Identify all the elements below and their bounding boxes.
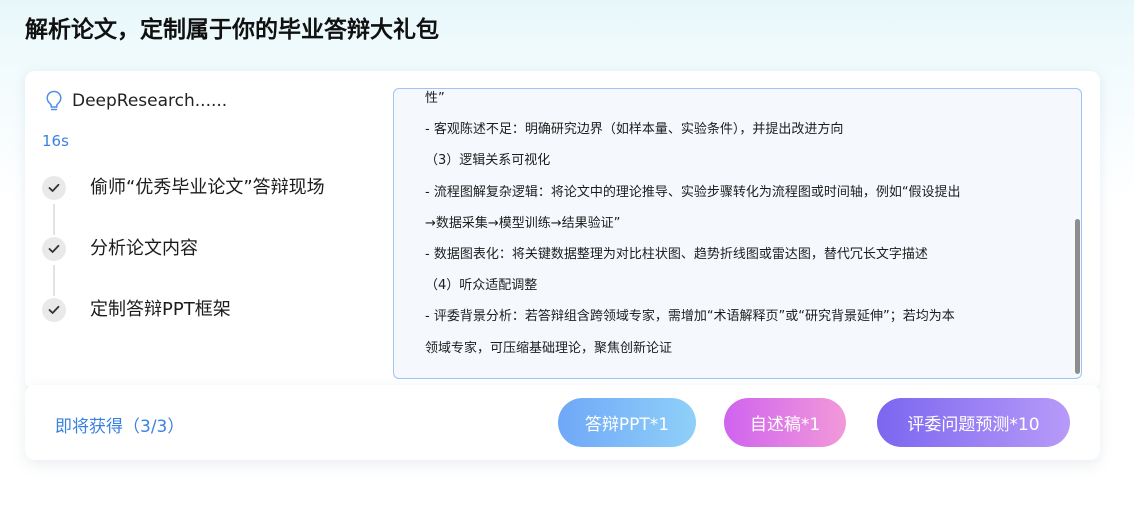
check-icon [42,298,66,322]
content-line: - 客观陈述不足：明确研究边界（如样本量、实验条件），并提出改进方向 [425,122,844,138]
step-item: 定制答辩PPT框架 [42,298,382,359]
content-line: - 数据图表化：将关键数据整理为对比柱状图、趋势折线图或雷达图，替代冗长文字描述 [425,246,928,262]
step-connector [53,265,55,296]
status-row: DeepResearch...... [45,90,227,112]
content-line: - 流程图解复杂逻辑：将论文中的理论推导、实验步骤转化为流程图或时间轴，例如“假… [425,184,961,200]
step-item: 分析论文内容 [42,237,382,298]
check-icon [42,237,66,261]
content-line: 性” [425,91,445,106]
deliverables-bar: 即将获得（3/3） 答辩PPT*1 自述稿*1 评委问题预测*10 [25,385,1100,460]
ppt-button[interactable]: 答辩PPT*1 [558,398,696,447]
obtain-progress-label: 即将获得（3/3） [55,417,185,437]
step-connector [53,204,55,235]
scrollbar-thumb[interactable] [1075,219,1080,374]
step-item: 偷师“优秀毕业论文”答辩现场 [42,176,382,237]
elapsed-time: 16s [42,132,69,150]
content-line: （4）听众适配调整 [425,278,538,294]
step-label: 定制答辩PPT框架 [90,299,231,320]
status-text: DeepResearch...... [72,91,228,111]
progress-card: DeepResearch...... 16s 偷师“优秀毕业论文”答辩现场 分析… [25,71,1100,389]
page-title: 解析论文，定制属于你的毕业答辩大礼包 [25,17,439,43]
lightbulb-icon [46,90,62,111]
content-line: 领域专家，可压缩基础理论，聚焦创新论证 [425,340,673,356]
generated-content-panel[interactable]: 性” - 客观陈述不足：明确研究边界（如样本量、实验条件），并提出改进方向 （3… [393,88,1082,379]
speech-script-button[interactable]: 自述稿*1 [724,398,846,447]
question-prediction-button[interactable]: 评委问题预测*10 [877,398,1070,447]
content-line: - 评委背景分析：若答辩组含跨领域专家，需增加“术语解释页”或“研究背景延伸”；… [425,309,955,325]
step-list: 偷师“优秀毕业论文”答辩现场 分析论文内容 定制答辩PPT框架 [42,176,382,359]
check-icon [42,176,66,200]
step-label: 分析论文内容 [90,238,198,259]
content-line: （3）逻辑关系可视化 [425,153,551,169]
content-text: 性” - 客观陈述不足：明确研究边界（如样本量、实验条件），并提出改进方向 （3… [425,89,1055,364]
content-line: →数据采集→模型训练→结果验证” [425,215,621,231]
step-label: 偷师“优秀毕业论文”答辩现场 [90,177,325,198]
